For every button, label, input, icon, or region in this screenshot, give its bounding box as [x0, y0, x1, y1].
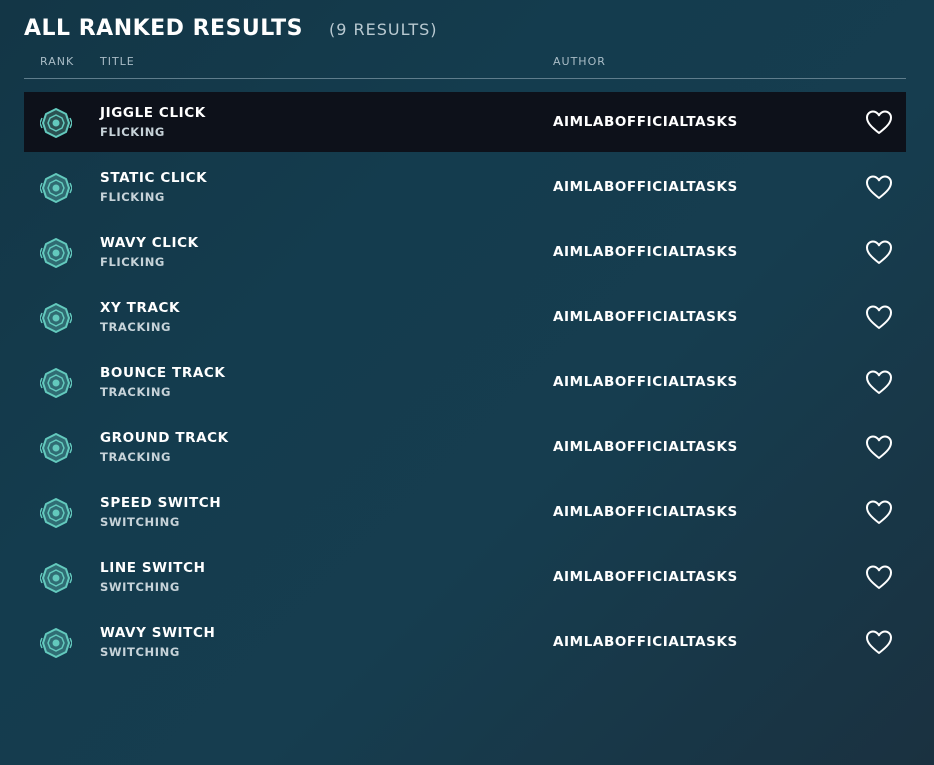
task-title: GROUND TRACK	[100, 430, 229, 446]
task-author[interactable]: AIMLABOFFICIALTASKS	[553, 504, 738, 520]
column-header-rank[interactable]: RANK	[40, 55, 74, 68]
heart-icon[interactable]	[865, 564, 893, 590]
task-category: SWITCHING	[100, 515, 180, 529]
task-author[interactable]: AIMLABOFFICIALTASKS	[553, 569, 738, 585]
result-row[interactable]: LINE SWITCH SWITCHING AIMLABOFFICIALTASK…	[24, 547, 906, 607]
heart-icon[interactable]	[865, 369, 893, 395]
results-list: JIGGLE CLICK FLICKING AIMLABOFFICIALTASK…	[24, 92, 906, 677]
result-count: (9 RESULTS)	[329, 20, 438, 39]
task-author[interactable]: AIMLABOFFICIALTASKS	[553, 179, 738, 195]
heart-icon[interactable]	[865, 174, 893, 200]
column-header-author[interactable]: AUTHOR	[553, 55, 606, 68]
task-author[interactable]: AIMLABOFFICIALTASKS	[553, 634, 738, 650]
result-row[interactable]: GROUND TRACK TRACKING AIMLABOFFICIALTASK…	[24, 417, 906, 477]
result-row[interactable]: JIGGLE CLICK FLICKING AIMLABOFFICIALTASK…	[24, 92, 906, 152]
task-author[interactable]: AIMLABOFFICIALTASKS	[553, 309, 738, 325]
task-category: FLICKING	[100, 255, 165, 269]
rank-badge-icon	[40, 628, 72, 658]
task-category: SWITCHING	[100, 580, 180, 594]
task-author[interactable]: AIMLABOFFICIALTASKS	[553, 439, 738, 455]
task-title: BOUNCE TRACK	[100, 365, 226, 381]
result-row[interactable]: SPEED SWITCH SWITCHING AIMLABOFFICIALTAS…	[24, 482, 906, 542]
result-row[interactable]: STATIC CLICK FLICKING AIMLABOFFICIALTASK…	[24, 157, 906, 217]
result-row[interactable]: WAVY SWITCH SWITCHING AIMLABOFFICIALTASK…	[24, 612, 906, 672]
task-author[interactable]: AIMLABOFFICIALTASKS	[553, 374, 738, 390]
task-author[interactable]: AIMLABOFFICIALTASKS	[553, 114, 738, 130]
task-category: FLICKING	[100, 125, 165, 139]
task-category: TRACKING	[100, 320, 172, 334]
heart-icon[interactable]	[865, 499, 893, 525]
task-title: SPEED SWITCH	[100, 495, 222, 511]
rank-badge-icon	[40, 433, 72, 463]
result-row[interactable]: XY TRACK TRACKING AIMLABOFFICIALTASKS	[24, 287, 906, 347]
result-row[interactable]: WAVY CLICK FLICKING AIMLABOFFICIALTASKS	[24, 222, 906, 282]
task-category: FLICKING	[100, 190, 165, 204]
task-title: WAVY SWITCH	[100, 625, 216, 641]
rank-badge-icon	[40, 498, 72, 528]
rank-badge-icon	[40, 238, 72, 268]
page-title: ALL RANKED RESULTS	[24, 16, 304, 41]
heart-icon[interactable]	[865, 629, 893, 655]
header: ALL RANKED RESULTS (9 RESULTS)	[24, 16, 438, 48]
rank-badge-icon	[40, 303, 72, 333]
heart-icon[interactable]	[865, 434, 893, 460]
rank-badge-icon	[40, 173, 72, 203]
rank-badge-icon	[40, 368, 72, 398]
task-title: XY TRACK	[100, 300, 181, 316]
task-title: LINE SWITCH	[100, 560, 206, 576]
heart-icon[interactable]	[865, 304, 893, 330]
rank-badge-icon	[40, 108, 72, 138]
task-title: STATIC CLICK	[100, 170, 208, 186]
heart-icon[interactable]	[865, 109, 893, 135]
rank-badge-icon	[40, 563, 72, 593]
task-author[interactable]: AIMLABOFFICIALTASKS	[553, 244, 738, 260]
ranked-results-page: ALL RANKED RESULTS (9 RESULTS) RANK TITL…	[0, 0, 934, 765]
task-category: TRACKING	[100, 385, 172, 399]
heart-icon[interactable]	[865, 239, 893, 265]
column-headers: RANK TITLE AUTHOR	[24, 54, 906, 79]
result-row[interactable]: BOUNCE TRACK TRACKING AIMLABOFFICIALTASK…	[24, 352, 906, 412]
task-title: JIGGLE CLICK	[100, 105, 206, 121]
column-header-title[interactable]: TITLE	[100, 55, 135, 68]
task-category: SWITCHING	[100, 645, 180, 659]
task-category: TRACKING	[100, 450, 172, 464]
task-title: WAVY CLICK	[100, 235, 199, 251]
